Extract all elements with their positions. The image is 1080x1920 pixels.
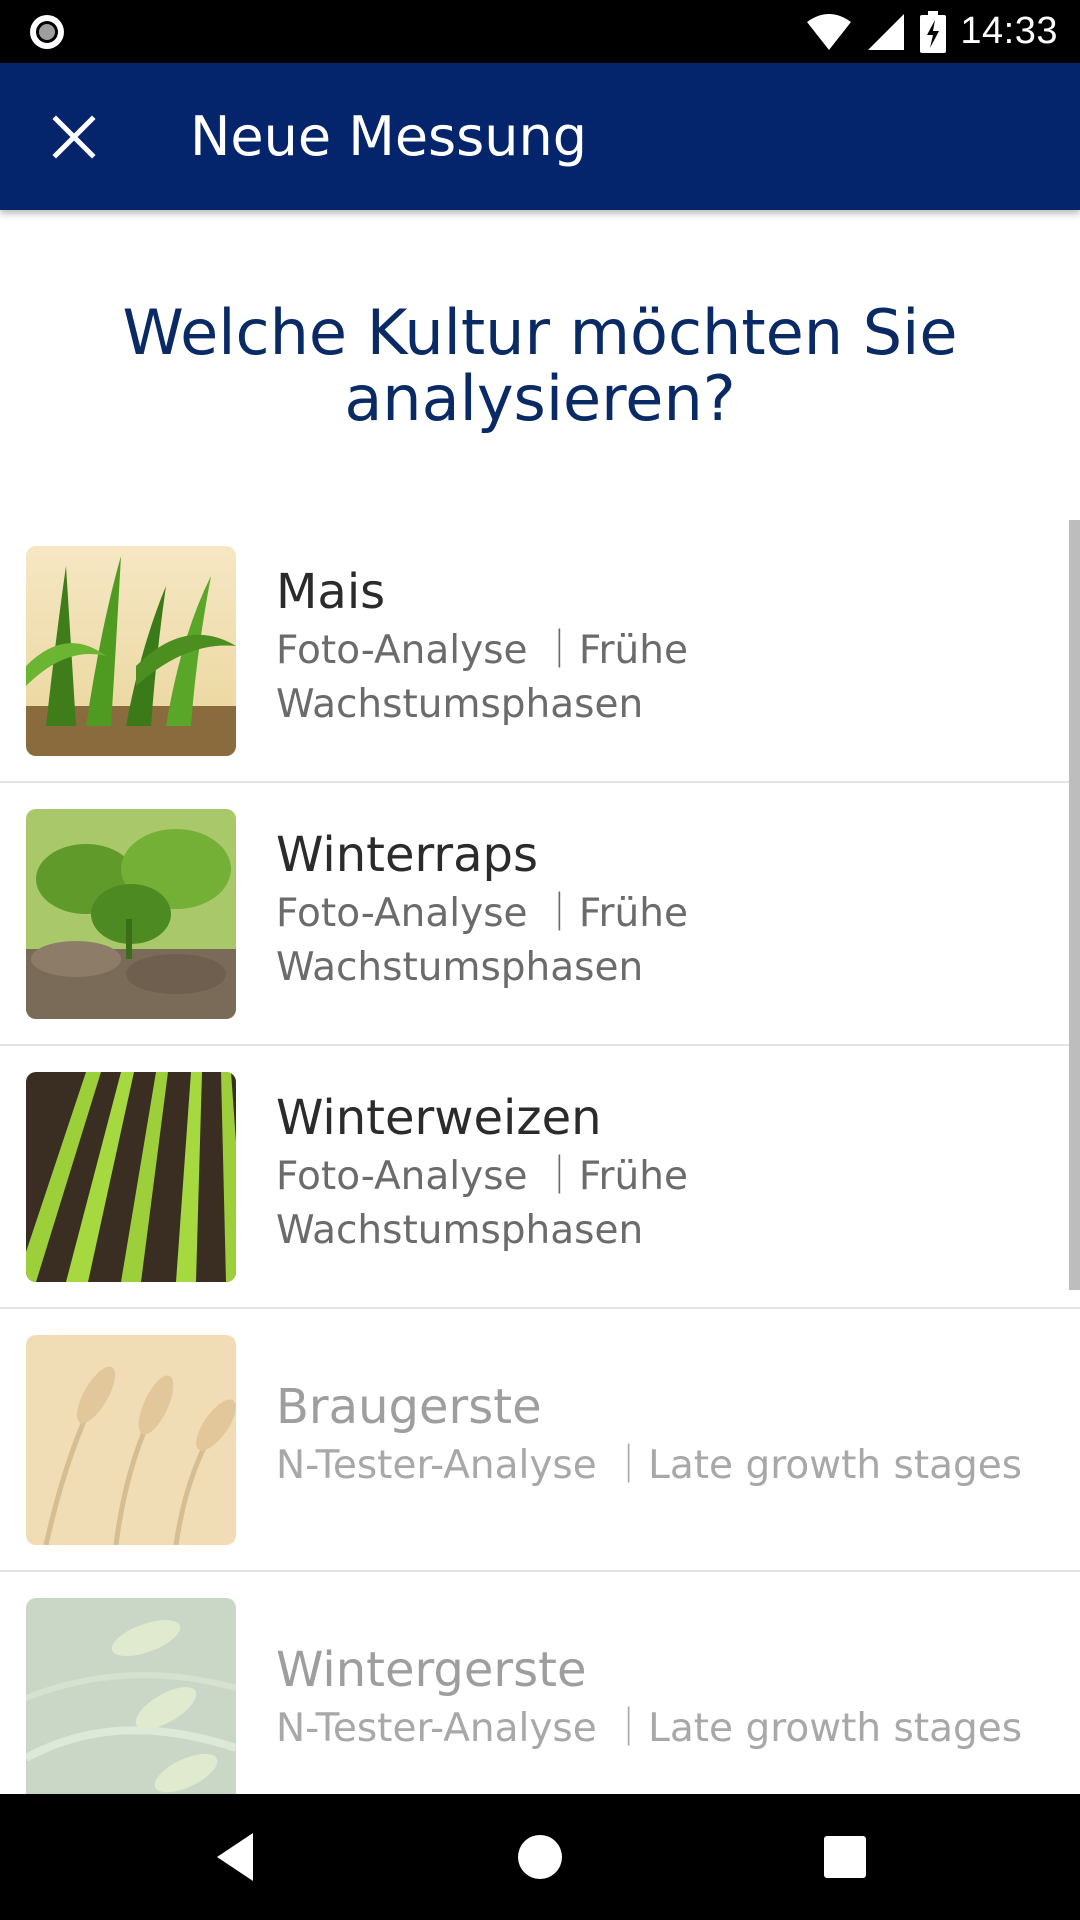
close-icon[interactable]: [44, 107, 104, 167]
list-item-mais[interactable]: Mais Foto-Analyse ｜Frühe Wachstumsphasen: [0, 520, 1080, 783]
signal-icon: [868, 13, 905, 50]
nav-bar: [0, 1794, 1080, 1920]
crop-name: Mais: [276, 564, 386, 620]
status-time: 14:33: [960, 10, 1058, 52]
crop-list: Mais Foto-Analyse ｜Frühe Wachstumsphasen…: [0, 520, 1080, 1835]
winterraps-thumbnail: [26, 809, 236, 1019]
back-icon[interactable]: [205, 1827, 265, 1887]
crop-name: Winterraps: [276, 827, 539, 883]
crop-name: Winterweizen: [276, 1090, 602, 1146]
crop-subtitle-line2: Wachstumsphasen: [276, 682, 644, 727]
crop-name: Wintergerste: [276, 1642, 587, 1698]
crop-subtitle-line1: Foto-Analyse ｜Frühe: [276, 628, 688, 673]
list-item-winterweizen[interactable]: Winterweizen Foto-Analyse ｜Frühe Wachstu…: [0, 1046, 1080, 1309]
battery-charging-icon: [920, 10, 947, 53]
record-icon: [30, 15, 64, 49]
crop-subtitle-line1: Foto-Analyse ｜Frühe: [276, 891, 688, 936]
crop-subtitle-line1: N-Tester-Analyse ｜Late growth stages: [276, 1443, 1023, 1488]
list-item-braugerste: Braugerste N-Tester-Analyse ｜Late growth…: [0, 1309, 1080, 1572]
page-title: Neue Messung: [190, 105, 588, 168]
home-icon[interactable]: [510, 1827, 570, 1887]
recents-icon[interactable]: [815, 1827, 875, 1887]
question-heading: Welche Kultur möchten Sie analysieren?: [122, 296, 958, 435]
list-scrollbar[interactable]: [1069, 520, 1080, 1290]
mais-thumbnail: [26, 546, 236, 756]
status-bar: 14:33: [0, 0, 1080, 63]
crop-subtitle-line1: N-Tester-Analyse ｜Late growth stages: [276, 1706, 1023, 1751]
winterweizen-thumbnail: [26, 1072, 236, 1282]
wintergerste-thumbnail: [26, 1598, 236, 1808]
app-bar: Neue Messung: [0, 63, 1080, 210]
list-item-winterraps[interactable]: Winterraps Foto-Analyse ｜Frühe Wachstums…: [0, 783, 1080, 1046]
crop-subtitle-line2: Wachstumsphasen: [276, 1208, 644, 1253]
crop-subtitle-line1: Foto-Analyse ｜Frühe: [276, 1154, 688, 1199]
crop-subtitle-line2: Wachstumsphasen: [276, 945, 644, 990]
crop-name: Braugerste: [276, 1379, 542, 1435]
braugerste-thumbnail: [26, 1335, 236, 1545]
wifi-icon: [807, 13, 852, 50]
